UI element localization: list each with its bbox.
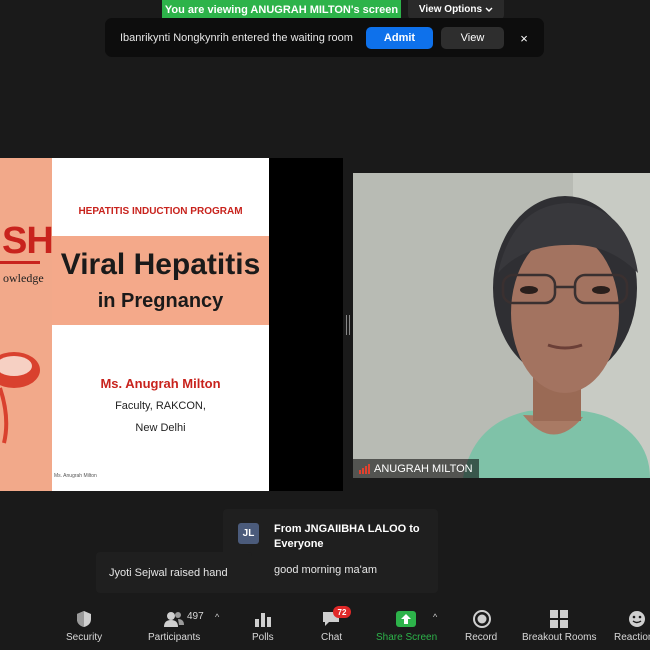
raised-hand-notification: Jyoti Sejwal raised hand: [96, 552, 252, 593]
slide-presenter-name: Ms. Anugrah Milton: [100, 376, 221, 391]
avatar: JL: [238, 523, 259, 544]
breakout-rooms-icon: [550, 610, 568, 628]
chat-button[interactable]: 72 Chat: [315, 600, 355, 650]
polls-icon: [255, 610, 271, 628]
participants-options-chevron-icon[interactable]: ^: [215, 612, 219, 622]
viewing-screen-text: You are viewing ANUGRAH MILTON's screen: [164, 3, 399, 16]
waiting-room-notification: Ibanrikynti Nongkynrih entered the waiti…: [105, 18, 544, 57]
slide-program-title: HEPATITIS INDUCTION PROGRAM: [78, 206, 243, 217]
share-screen-label: Share Screen: [376, 632, 438, 643]
chat-unread-badge: 72: [333, 606, 351, 618]
slide-brand-underline: [0, 261, 40, 264]
chat-sender: From JNGAIIBHA LALOO to Everyone: [274, 523, 420, 550]
record-icon: [473, 610, 491, 628]
smiley-icon: [628, 610, 646, 628]
participant-video-feed: [353, 173, 650, 478]
view-options-label: View Options: [418, 4, 483, 15]
signal-bars-icon: [359, 463, 370, 474]
viewing-screen-banner: You are viewing ANUGRAH MILTON's screen: [162, 0, 401, 19]
participants-count: 497: [187, 611, 204, 622]
slide-brand-tagline: owledge: [3, 271, 44, 285]
liver-illustration-icon: [0, 352, 40, 444]
share-screen-options-chevron-icon[interactable]: ^: [433, 612, 437, 622]
participants-label: Participants: [148, 632, 201, 643]
polls-button[interactable]: Polls: [246, 600, 280, 650]
slide-left-panel: SH owledge: [0, 158, 52, 491]
shield-icon: [76, 610, 92, 628]
participant-video[interactable]: ANUGRAH MILTON: [353, 173, 650, 478]
chat-label: Chat: [321, 632, 343, 643]
participants-button[interactable]: 497 Participants: [145, 600, 207, 650]
chat-message: good morning ma'am: [274, 564, 377, 576]
security-label: Security: [66, 632, 103, 643]
slide-footer: Ms. Anugrah Milton: [54, 473, 97, 479]
slide-affiliation-line2: New Delhi: [135, 422, 186, 434]
view-options-button[interactable]: View Options: [408, 0, 504, 19]
slide-affiliation-line1: Faculty, RAKCON,: [115, 400, 206, 412]
view-waiting-room-button[interactable]: View: [441, 27, 504, 49]
reactions-button[interactable]: Reactions: [612, 600, 650, 650]
share-screen-button[interactable]: Share Screen: [372, 600, 438, 650]
record-label: Record: [465, 632, 498, 643]
breakout-rooms-button[interactable]: Breakout Rooms: [520, 600, 598, 650]
reactions-label: Reactions: [614, 632, 650, 643]
slide-title-box: Viral Hepatitis in Pregnancy: [52, 236, 269, 325]
chevron-down-icon: [485, 7, 493, 12]
participant-name-tag: ANUGRAH MILTON: [353, 459, 479, 478]
split-divider-handle[interactable]: [346, 315, 350, 335]
slide-title-line1: Viral Hepatitis: [60, 248, 261, 281]
record-button[interactable]: Record: [462, 600, 502, 650]
slide-brand-letters: SH: [2, 220, 52, 262]
polls-label: Polls: [252, 632, 274, 643]
raised-hand-text: Jyoti Sejwal raised hand: [109, 566, 228, 579]
close-icon[interactable]: ×: [515, 27, 533, 49]
security-button[interactable]: Security: [60, 600, 110, 650]
waiting-room-message: Ibanrikynti Nongkynrih entered the waiti…: [120, 31, 353, 44]
share-screen-icon: [396, 610, 416, 628]
meeting-toolbar: Security 497 Participants ^ Polls 72 Cha…: [0, 600, 650, 650]
participant-name: ANUGRAH MILTON: [374, 462, 473, 475]
slide-main-panel: HEPATITIS INDUCTION PROGRAM Viral Hepati…: [52, 158, 269, 491]
participants-icon: [163, 610, 185, 628]
chat-preview-popup[interactable]: JL From JNGAIIBHA LALOO to Everyone good…: [223, 509, 438, 593]
breakout-rooms-label: Breakout Rooms: [522, 632, 597, 643]
shared-screen: SH owledge HEPATITIS INDUCTION PROGRAM V…: [0, 158, 343, 491]
slide-title-line2: in Pregnancy: [97, 290, 224, 312]
admit-button[interactable]: Admit: [366, 27, 433, 49]
